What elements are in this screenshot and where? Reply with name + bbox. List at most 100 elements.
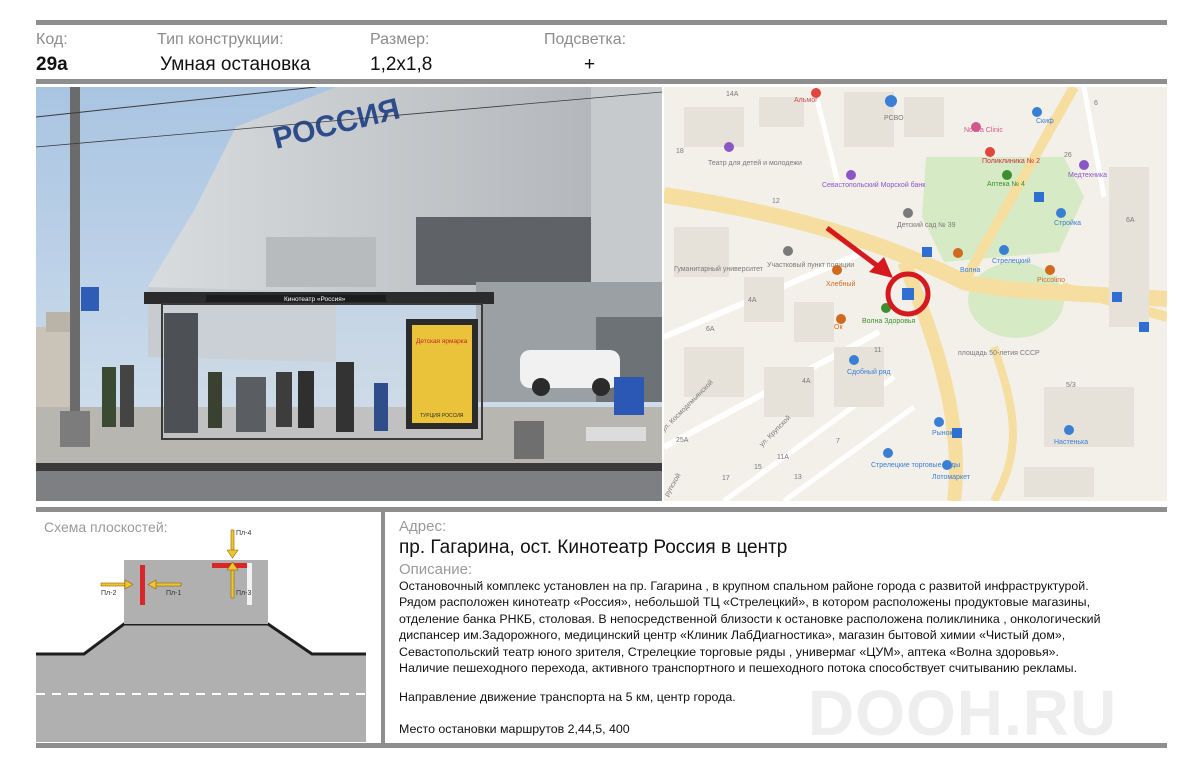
poi-icon[interactable]: [942, 460, 952, 470]
map-label: Сдобный ряд: [847, 368, 890, 376]
map-label: 14А: [726, 91, 739, 98]
map-label: 12: [772, 198, 780, 205]
location-photo: РОССИЯ Кинотеатр «Россия» Детская ярмарк…: [36, 87, 662, 501]
map-label: Лотомаркет: [932, 474, 971, 481]
code-label: Код:: [36, 31, 68, 48]
poi-icon[interactable]: [1002, 170, 1012, 180]
map-label: Рынок: [932, 430, 953, 437]
poster-sub: ТУРЦИЯ РОССИЯ: [420, 413, 464, 419]
map-label: площадь 50-летия СССР: [958, 350, 1040, 357]
map-label: 17: [722, 475, 730, 482]
poi-icon[interactable]: [846, 170, 856, 180]
vertical-divider: [381, 512, 385, 744]
shelter-sign: Кинотеатр «Россия»: [284, 296, 346, 303]
bottom-rule: [36, 743, 1167, 748]
light-label: Подсветка:: [544, 31, 627, 48]
poi-icon[interactable]: [849, 355, 859, 365]
address-value: пр. Гагарина, ост. Кинотеатр Россия в це…: [399, 537, 788, 558]
poi-icon[interactable]: [999, 245, 1009, 255]
target-bus-stop-icon[interactable]: [902, 288, 914, 300]
middle-rule: [36, 507, 1167, 512]
map-label: Медтехника: [1068, 172, 1107, 179]
poi-icon[interactable]: [953, 248, 963, 258]
label-pl3: Пл-3: [236, 590, 251, 597]
map-label: Novva Clinic: [964, 127, 1003, 134]
size-label: Размер:: [370, 31, 430, 48]
map-label: 11: [874, 347, 881, 354]
routes-text: Место остановки маршрутов 2,44,5, 400: [399, 722, 630, 736]
arrow-pl1: [155, 582, 182, 587]
poi-icon[interactable]: [811, 88, 821, 98]
map-label: Аптека № 4: [987, 181, 1025, 188]
location-map[interactable]: 14А Альмог РСВО Novva Clinic Скиф 6 18 Т…: [664, 87, 1167, 501]
direction-text: Направление движение транспорта на 5 км,…: [399, 690, 736, 704]
map-label: 15: [754, 464, 762, 471]
poi-icon[interactable]: [1079, 160, 1089, 170]
planes-scheme: Пл-2 Пл-1 Пл-3 Пл-4: [36, 520, 366, 742]
map-label: Стрелецкий: [992, 257, 1031, 265]
bus-stop-icon[interactable]: [1139, 322, 1149, 332]
poi-icon[interactable]: [1032, 107, 1042, 117]
bus-stop-icon[interactable]: [1112, 292, 1122, 302]
bus-stop-icon[interactable]: [952, 428, 962, 438]
map-label: Театр для детей и молодежи: [708, 159, 802, 167]
map-label: 5/3: [1066, 382, 1076, 389]
address-label: Адрес:: [399, 518, 447, 535]
map-label: Настенька: [1054, 439, 1088, 446]
type-value: Умная остановка: [160, 54, 311, 75]
bus-stop-icon[interactable]: [1034, 192, 1044, 202]
arrow-pl2: [100, 582, 126, 587]
header-rule: [36, 79, 1167, 84]
poi-icon[interactable]: [885, 95, 897, 107]
arrow-pl4: [230, 529, 235, 551]
map-label: Стройка: [1054, 219, 1081, 227]
panel-pl1: [140, 565, 145, 605]
size-value: 1,2x1,8: [370, 54, 433, 75]
poi-icon[interactable]: [903, 208, 913, 218]
map-label: Piccolino: [1037, 277, 1065, 284]
label-pl1: Пл-1: [166, 590, 181, 597]
map-label: 13: [794, 474, 802, 481]
poi-icon[interactable]: [836, 314, 846, 324]
map-label: 11А: [777, 454, 789, 461]
description-label: Описание:: [399, 561, 473, 578]
poi-icon[interactable]: [1045, 265, 1055, 275]
bus-stop-icon[interactable]: [922, 247, 932, 257]
poi-icon[interactable]: [883, 448, 893, 458]
description-text: Остановочный комплекс установлен на пр. …: [399, 579, 1101, 676]
map-label: Скиф: [1036, 118, 1054, 125]
map-label: Гуманитарный университет: [674, 265, 764, 273]
poi-icon[interactable]: [783, 246, 793, 256]
map-label: Детский сад № 39: [897, 221, 956, 229]
label-pl4: Пл-4: [236, 530, 251, 537]
map-label: Севастопольский Морской банк: [822, 181, 926, 189]
map-label: Поликлиника № 2: [982, 158, 1040, 165]
type-label: Тип конструкции:: [157, 31, 284, 48]
poster-title: Детская ярмарка: [416, 338, 468, 345]
map-label: 26: [1064, 152, 1072, 159]
map-label: 4А: [802, 378, 811, 385]
poi-icon[interactable]: [985, 147, 995, 157]
map-label: 6А: [706, 326, 715, 333]
poi-icon[interactable]: [971, 122, 981, 132]
arrow-pl3: [230, 569, 235, 599]
code-value: 29а: [36, 54, 68, 75]
map-label: Ок: [834, 324, 843, 331]
map-label: РСВО: [884, 115, 904, 122]
light-value: +: [584, 54, 596, 75]
map-label: Волна Здоровья: [862, 318, 916, 325]
map-label: 7: [836, 438, 840, 445]
poi-icon[interactable]: [832, 265, 842, 275]
map-label: Волна: [960, 267, 980, 274]
poi-icon[interactable]: [934, 417, 944, 427]
road-area: [36, 624, 366, 742]
poi-icon[interactable]: [724, 142, 734, 152]
poi-icon[interactable]: [1056, 208, 1066, 218]
label-pl2: Пл-2: [101, 590, 116, 597]
panel-pl3: [247, 563, 252, 605]
top-rule: [36, 20, 1167, 25]
poi-icon[interactable]: [1064, 425, 1074, 435]
map-label: Альмог: [794, 97, 818, 104]
map-label: 4А: [748, 297, 757, 304]
map-label: Хлебный: [826, 280, 855, 288]
